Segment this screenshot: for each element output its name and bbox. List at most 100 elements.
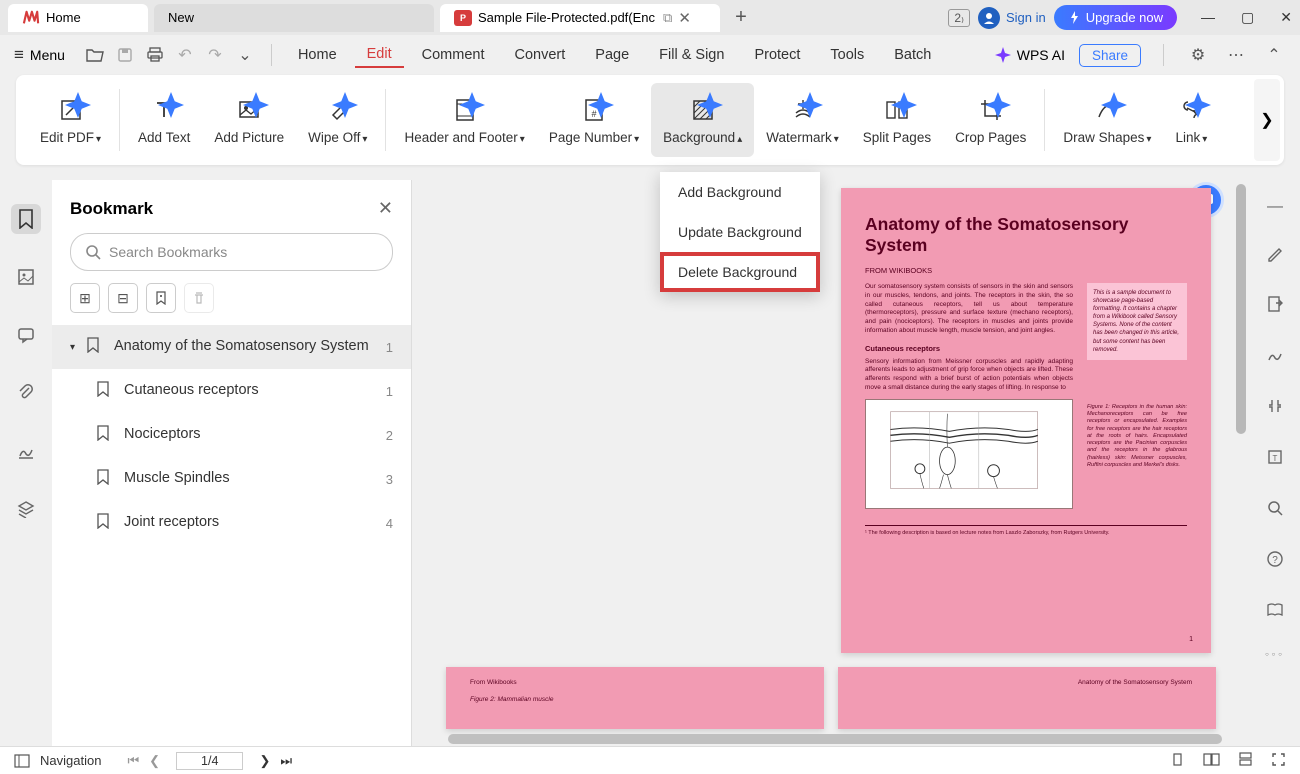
maximize-button[interactable]: ▢	[1241, 9, 1254, 26]
edit-tool-icon[interactable]	[1266, 244, 1284, 267]
add-bookmark-button[interactable]: ⊞	[70, 283, 100, 313]
bookmark-item[interactable]: Nociceptors 2	[52, 413, 411, 457]
tab-new[interactable]: New	[154, 4, 434, 32]
menu-page[interactable]: Page	[583, 43, 641, 67]
menu-tools[interactable]: Tools	[818, 43, 876, 67]
bookmark-item[interactable]: Joint receptors 4	[52, 501, 411, 545]
save-icon[interactable]	[113, 43, 137, 67]
compress-tool-icon[interactable]	[1266, 397, 1284, 420]
background-button[interactable]: Background▴	[651, 83, 754, 157]
signin-button[interactable]: Sign in	[978, 7, 1046, 29]
bookmark-page: 4	[386, 516, 393, 531]
bookmark-search-input[interactable]: Search Bookmarks	[70, 233, 393, 271]
share-button[interactable]: Share	[1079, 44, 1141, 67]
menu-edit[interactable]: Edit	[355, 42, 404, 68]
layers-rail-icon[interactable]	[11, 494, 41, 524]
search-tool-icon[interactable]	[1266, 499, 1284, 522]
sidebar-close-icon[interactable]: ✕	[378, 198, 393, 219]
page-counter-input[interactable]: 1/4	[176, 752, 243, 770]
document-viewport[interactable]: Anatomy of the Somatosensory System FROM…	[412, 174, 1250, 746]
watermark-button[interactable]: Watermark▾	[754, 83, 851, 157]
wps-ai-button[interactable]: WPS AI	[994, 46, 1065, 64]
pdf-page-3[interactable]: Anatomy of the Somatosensory System	[838, 667, 1216, 729]
page2-header: From Wikibooks	[470, 679, 800, 686]
add-child-bookmark-button[interactable]	[146, 283, 176, 313]
bookmark-list: ▾ Anatomy of the Somatosensory System 1 …	[52, 325, 411, 746]
crop-pages-button[interactable]: Crop Pages	[943, 83, 1038, 157]
upgrade-button[interactable]: Upgrade now	[1054, 5, 1177, 30]
export-tool-icon[interactable]	[1266, 295, 1284, 318]
menu-convert[interactable]: Convert	[503, 43, 578, 67]
undo-icon[interactable]: ↶	[173, 43, 197, 67]
prev-page-button[interactable]: ❮	[149, 753, 160, 769]
update-background-item[interactable]: Update Background	[660, 212, 820, 252]
ocr-tool-icon[interactable]: T	[1266, 448, 1284, 471]
menu-batch[interactable]: Batch	[882, 43, 943, 67]
link-button[interactable]: Link▾	[1163, 83, 1219, 157]
menu-comment[interactable]: Comment	[410, 43, 497, 67]
draw-shapes-button[interactable]: Draw Shapes▾	[1051, 83, 1163, 157]
next-page-button[interactable]: ❯	[259, 753, 270, 769]
vertical-scrollbar[interactable]	[1234, 180, 1248, 728]
wipe-off-button[interactable]: Wipe Off▾	[296, 83, 379, 157]
view-two-icon[interactable]	[1203, 752, 1220, 770]
ribbon-expand-button[interactable]: ❯	[1254, 79, 1280, 161]
horizontal-scrollbar[interactable]	[430, 732, 1240, 746]
thumbnail-rail-icon[interactable]	[11, 262, 41, 292]
signature-rail-icon[interactable]	[11, 436, 41, 466]
new-tab-button[interactable]: +	[726, 6, 756, 29]
add-text-label: Add Text	[138, 130, 190, 145]
close-button[interactable]: ✕	[1280, 9, 1292, 26]
tab-file[interactable]: P Sample File-Protected.pdf(Enc ⧉ ✕	[440, 4, 720, 32]
tab-home[interactable]: Home	[8, 4, 148, 32]
bookmark-rail-icon[interactable]	[11, 204, 41, 234]
menu-protect[interactable]: Protect	[742, 43, 812, 67]
tab-close-icon[interactable]: ✕	[678, 9, 691, 27]
collapse-icon[interactable]: —	[1267, 198, 1283, 216]
read-tool-icon[interactable]	[1266, 601, 1284, 624]
more-tools-icon[interactable]: ○○○	[1265, 652, 1285, 658]
sign-tool-icon[interactable]	[1266, 346, 1284, 369]
page-number-button[interactable]: # Page Number▾	[537, 83, 651, 157]
navigation-label[interactable]: Navigation	[40, 753, 101, 768]
presence-count[interactable]: 2₎	[948, 9, 970, 27]
view-single-icon[interactable]	[1170, 752, 1185, 770]
menu-button[interactable]: Menu	[30, 47, 65, 63]
pdf-page-1[interactable]: Anatomy of the Somatosensory System FROM…	[841, 188, 1211, 653]
first-page-button[interactable]: ⏮	[127, 753, 139, 769]
minimize-button[interactable]: —	[1201, 9, 1215, 26]
pdf-page-2[interactable]: From Wikibooks Figure 2: Mammalian muscl…	[446, 667, 824, 729]
split-pages-button[interactable]: Split Pages	[851, 83, 943, 157]
last-page-button[interactable]: ⏭	[280, 753, 292, 769]
chevron-down-icon[interactable]: ▾	[70, 342, 82, 353]
fullscreen-icon[interactable]	[1271, 752, 1286, 770]
add-picture-button[interactable]: Add Picture	[202, 83, 296, 157]
redo-icon[interactable]: ↷	[203, 43, 227, 67]
remove-bookmark-button[interactable]: ⊟	[108, 283, 138, 313]
edit-pdf-button[interactable]: Edit PDF▾	[28, 83, 113, 157]
hamburger-icon[interactable]: ≡	[14, 45, 24, 65]
header-footer-button[interactable]: Header and Footer▾	[392, 83, 536, 157]
open-icon[interactable]	[83, 43, 107, 67]
menu-home[interactable]: Home	[286, 43, 349, 67]
print-icon[interactable]	[143, 43, 167, 67]
view-continuous-icon[interactable]	[1238, 752, 1253, 770]
collapse-ribbon-icon[interactable]: ⌃	[1262, 43, 1286, 67]
more-icon[interactable]: ⋯	[1224, 43, 1248, 67]
bookmark-item[interactable]: ▾ Anatomy of the Somatosensory System 1	[52, 325, 411, 369]
settings-icon[interactable]: ⚙	[1186, 43, 1210, 67]
delete-background-item[interactable]: Delete Background	[660, 252, 820, 292]
bookmark-item[interactable]: Muscle Spindles 3	[52, 457, 411, 501]
draw-shapes-label: Draw Shapes	[1063, 130, 1144, 145]
menu-fill-sign[interactable]: Fill & Sign	[647, 43, 736, 67]
add-text-button[interactable]: Add Text	[126, 83, 202, 157]
delete-bookmark-button[interactable]	[184, 283, 214, 313]
more-dropdown-icon[interactable]: ⌄	[233, 43, 257, 67]
bookmark-item[interactable]: Cutaneous receptors 1	[52, 369, 411, 413]
add-background-item[interactable]: Add Background	[660, 172, 820, 212]
help-tool-icon[interactable]: ?	[1266, 550, 1284, 573]
avatar-icon	[978, 7, 1000, 29]
comment-rail-icon[interactable]	[11, 320, 41, 350]
doc-section-heading: Cutaneous receptors	[865, 344, 1073, 354]
attachment-rail-icon[interactable]	[11, 378, 41, 408]
